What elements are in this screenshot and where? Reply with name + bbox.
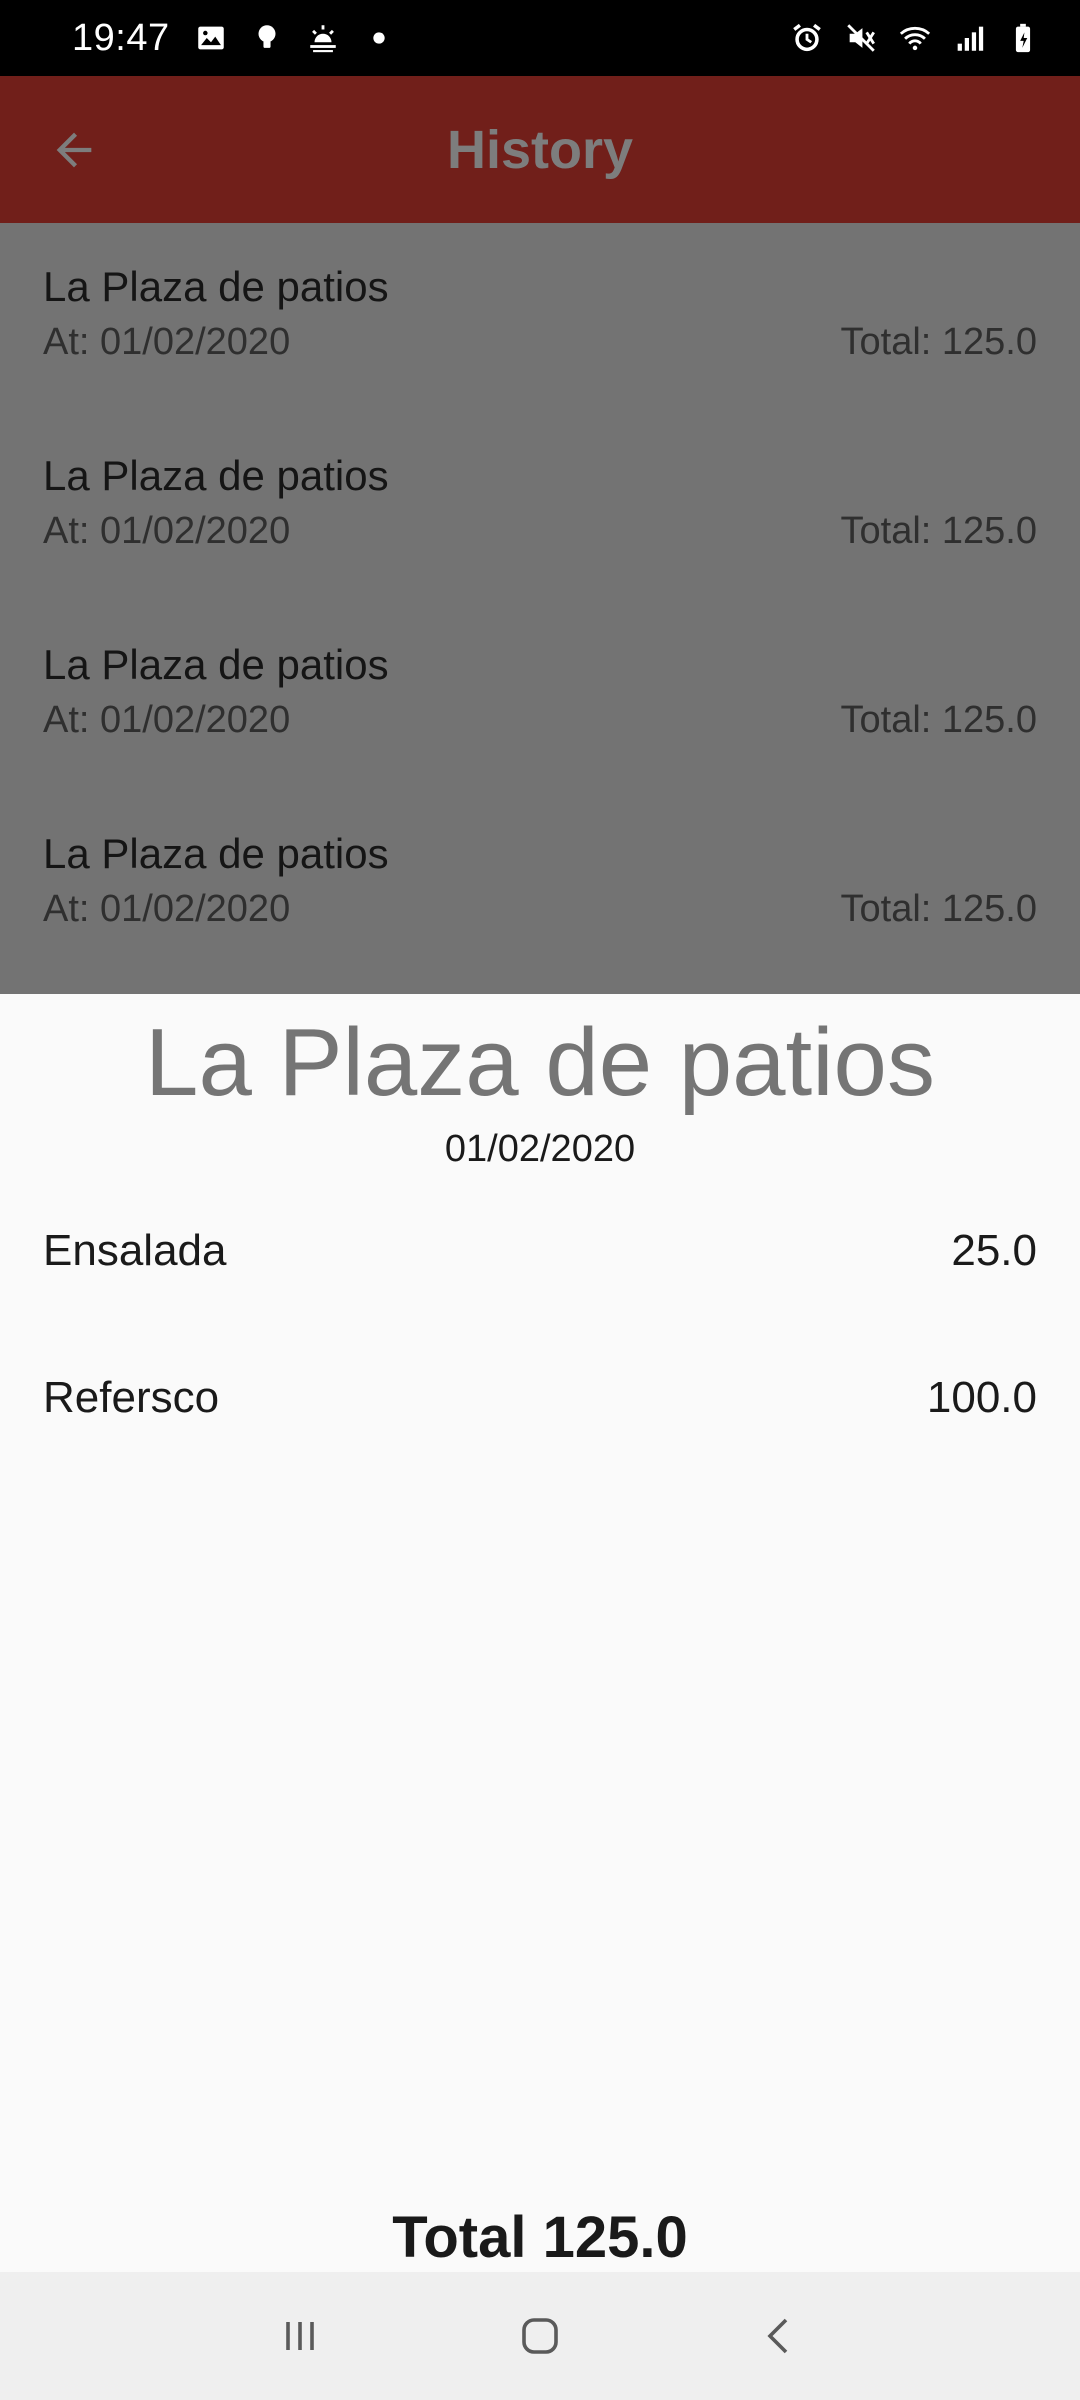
history-item-total: Total: 125.0 — [840, 321, 1037, 363]
detail-title: La Plaza de patios — [145, 1009, 935, 1116]
alarm-icon — [790, 21, 824, 55]
image-icon — [194, 21, 228, 55]
arrow-left-icon — [56, 132, 92, 167]
wifi-icon — [898, 21, 932, 55]
history-item[interactable]: La Plaza de patios At: 01/02/2020 Total:… — [0, 223, 1080, 412]
history-item-name: La Plaza de patios — [43, 263, 389, 310]
history-item-name: La Plaza de patios — [43, 830, 389, 877]
line-item: Refersco 100.0 — [43, 1373, 1037, 1433]
recents-icon — [286, 2322, 314, 2350]
history-item-total: Total: 125.0 — [840, 510, 1037, 552]
nav-bar — [0, 2272, 1080, 2400]
detail-date: 01/02/2020 — [444, 1128, 636, 1170]
recents-button[interactable] — [260, 2296, 340, 2376]
line-item-price: 100.0 — [926, 1373, 1037, 1422]
page-title: History — [446, 119, 634, 180]
app-bar: History — [0, 76, 1080, 223]
dot-icon — [362, 21, 396, 55]
status-time: 19:47 — [72, 16, 170, 59]
line-item-price: 25.0 — [951, 1226, 1037, 1275]
signal-icon — [952, 21, 986, 55]
screen: 19:47 History La Plaza de patios At: 01/… — [0, 0, 1080, 2400]
history-item[interactable]: La Plaza de patios At: 01/02/2020 Total:… — [0, 601, 1080, 790]
battery-icon — [1006, 21, 1040, 55]
mute-icon — [844, 21, 878, 55]
nav-back-button[interactable] — [740, 2296, 820, 2376]
history-item-date: At: 01/02/2020 — [43, 321, 291, 363]
history-item-name: La Plaza de patios — [43, 452, 389, 499]
weather-icon — [306, 21, 340, 55]
history-item[interactable]: La Plaza de patios At: 01/02/2020 Total:… — [0, 412, 1080, 601]
history-list: La Plaza de patios At: 01/02/2020 Total:… — [0, 223, 1080, 994]
status-left-icons — [194, 21, 396, 55]
history-item-date: At: 01/02/2020 — [43, 510, 291, 552]
history-item[interactable]: La Plaza de patios At: 01/02/2020 Total:… — [0, 790, 1080, 979]
home-icon — [522, 2318, 558, 2354]
history-item-total: Total: 125.0 — [840, 888, 1037, 930]
home-button[interactable] — [500, 2296, 580, 2376]
status-right-icons — [790, 21, 1040, 55]
detail-total: Total 125.0 — [392, 2205, 688, 2270]
detail-sheet: La Plaza de patios 01/02/2020 Ensalada 2… — [0, 994, 1080, 2272]
line-item: Ensalada 25.0 — [43, 1226, 1037, 1286]
line-item-name: Ensalada — [43, 1226, 227, 1275]
history-item-name: La Plaza de patios — [43, 641, 389, 688]
history-item-date: At: 01/02/2020 — [43, 888, 291, 930]
back-icon — [767, 2318, 788, 2354]
history-item-date: At: 01/02/2020 — [43, 699, 291, 741]
history-item-total: Total: 125.0 — [840, 699, 1037, 741]
status-bar: 19:47 — [0, 0, 1080, 76]
back-button[interactable] — [40, 116, 108, 184]
bulb-icon — [250, 21, 284, 55]
line-item-name: Refersco — [43, 1373, 220, 1422]
